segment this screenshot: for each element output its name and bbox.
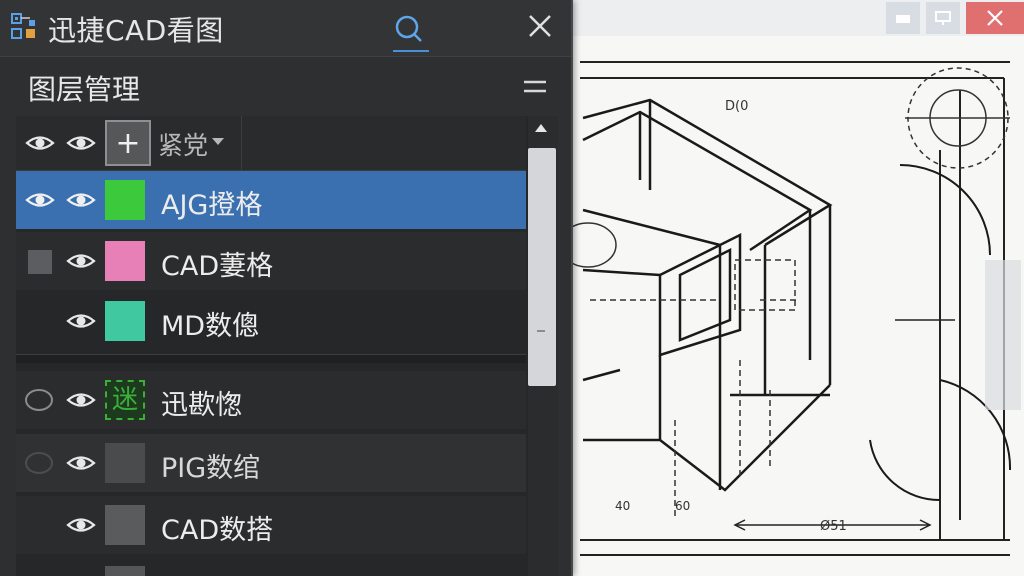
layer-name: PIG数绾 [161,453,261,484]
app-title: 迅捷CAD看图 [48,14,224,47]
scroll-down-arrow-icon[interactable] [537,330,545,332]
drawing-label-top: D(0 [725,99,748,114]
layer-color-swatch[interactable] [105,180,145,220]
sort-dropdown[interactable]: 紧党 [158,126,208,162]
group-divider [16,354,526,363]
layer-color-swatch[interactable] [105,241,145,281]
eye-icon[interactable] [66,388,96,412]
eye-icon[interactable] [66,513,96,537]
dim-label-3: Ø51 [820,519,847,534]
eye-icon[interactable] [66,188,96,212]
layer-name: CAD数搭 [161,515,274,546]
close-icon[interactable] [524,10,556,42]
scroll-up-arrow-icon[interactable] [535,124,547,132]
eye-icon[interactable] [66,131,96,155]
search-active-indicator [393,50,429,52]
layer-name: AJG撜格 [161,190,263,221]
radio-icon[interactable] [24,451,54,475]
layer-row[interactable]: CAD数搭 [16,496,526,554]
panel-section-title: 图层管理 [28,73,141,106]
minimize-icon [896,15,910,23]
layer-color-swatch[interactable] [105,301,145,341]
restore-icon [935,11,951,25]
app-logo-icon [11,13,35,39]
layer-row[interactable]: PIG数绾 [16,434,526,492]
close-icon [987,10,1003,26]
panel-titlebar: 迅捷CAD看图 [0,0,571,57]
dim-label-1: 40 [615,499,630,513]
checkbox-icon[interactable] [27,249,53,275]
layer-panel: 迅捷CAD看图 图层管理 + 紧党 AJG撜格 CAD萋格 MD数傯 迷 迅歁愡… [0,0,573,576]
layer-name: MD数傯 [161,311,260,342]
layer-row[interactable]: 迷 迅歁愡 [16,371,526,429]
radio-icon[interactable] [24,388,54,412]
layer-color-swatch[interactable] [105,505,145,545]
add-layer-button[interactable]: + [105,120,151,166]
chevron-down-icon[interactable] [212,138,224,145]
scrollbar-thumb[interactable] [528,148,556,386]
layer-toolbar: + 紧党 [16,116,526,171]
layer-color-swatch[interactable] [105,443,145,483]
layer-name: 迅歁愡 [161,390,242,421]
toolbar-divider [241,116,242,170]
layer-name: CAD萋格 [161,251,274,282]
layer-list: + 紧党 AJG撜格 CAD萋格 MD数傯 迷 迅歁愡 PIG数绾 CAD数搭 [16,116,528,576]
layer-row[interactable]: MD数傯 [16,292,526,350]
eye-icon[interactable] [66,451,96,475]
layer-color-swatch[interactable]: 迷 [105,380,145,420]
eye-icon[interactable] [66,309,96,333]
restore-button[interactable] [926,2,960,34]
search-icon[interactable] [390,10,430,50]
eye-icon[interactable] [25,131,55,155]
eye-icon[interactable] [66,249,96,273]
menu-icon[interactable] [520,72,550,102]
layer-row[interactable] [16,558,526,576]
window-close-button[interactable] [966,2,1024,34]
minimize-button[interactable] [886,2,920,34]
layer-row[interactable]: AJG撜格 [16,171,526,229]
layer-color-swatch[interactable] [105,566,145,576]
layer-row[interactable]: CAD萋格 [16,232,526,290]
eye-icon[interactable] [25,188,55,212]
dim-label-2: 60 [675,499,690,513]
